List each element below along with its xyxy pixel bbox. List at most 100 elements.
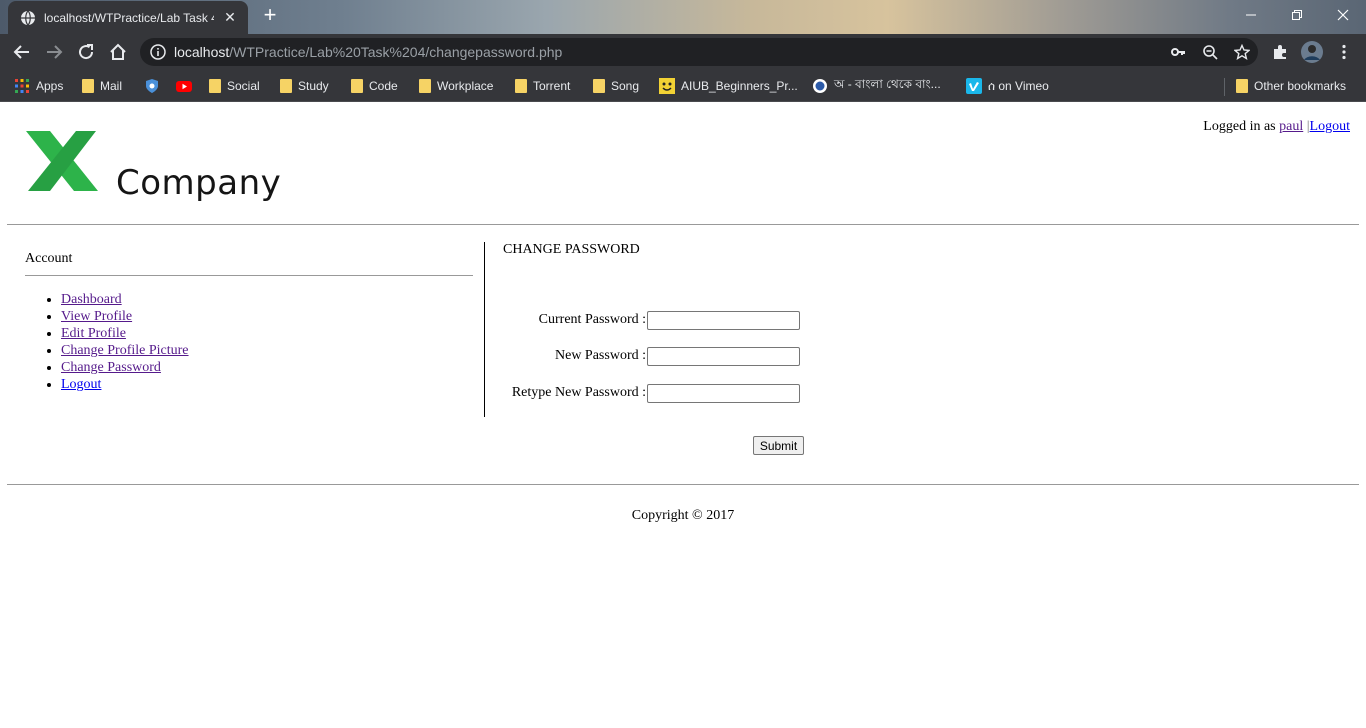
home-button[interactable] xyxy=(106,40,130,64)
username-link[interactable]: paul xyxy=(1279,119,1303,134)
view-profile-link[interactable]: View Profile xyxy=(61,309,132,324)
sidebar-title: Account xyxy=(25,251,73,266)
sidebar-item-change-picture: Change Profile Picture xyxy=(61,342,189,359)
back-button[interactable] xyxy=(10,40,34,64)
login-info: Logged in as paul |Logout xyxy=(1203,119,1350,135)
logo-text: Company xyxy=(116,163,282,203)
close-icon xyxy=(1337,9,1349,21)
bookmark-song[interactable]: Song xyxy=(593,76,639,96)
logout-link[interactable]: Logout xyxy=(1310,119,1350,134)
address-bar[interactable]: localhost/WTPractice/Lab%20Task%204/chan… xyxy=(140,38,1258,66)
bookmark-star-icon[interactable] xyxy=(1226,44,1258,60)
bookmark-label: Mail xyxy=(100,79,123,93)
bookmark-youtube[interactable] xyxy=(176,76,192,96)
minimize-icon xyxy=(1246,14,1256,16)
bookmark-other[interactable]: Other bookmarks xyxy=(1236,76,1346,96)
bookmark-label: Other bookmarks xyxy=(1254,79,1347,93)
retype-password-row: Retype New Password : xyxy=(480,382,810,404)
browser-tab[interactable]: localhost/WTPractice/Lab Task 4 ✕ xyxy=(8,1,248,34)
current-password-field[interactable] xyxy=(647,310,800,330)
copyright-text: Copyright © 2017 xyxy=(631,508,735,523)
bookmark-aiub[interactable]: AIUB_Beginners_Pr... xyxy=(659,76,798,96)
info-icon[interactable] xyxy=(150,44,166,60)
reload-icon xyxy=(79,44,94,60)
dashboard-link[interactable]: Dashboard xyxy=(61,292,122,307)
bookmark-vimeo[interactable]: ሰ on Vimeo xyxy=(966,76,1049,96)
tab-close-icon[interactable]: ✕ xyxy=(222,9,238,26)
folder-icon xyxy=(351,79,363,93)
new-password-row: New Password : xyxy=(480,345,810,367)
change-profile-picture-link[interactable]: Change Profile Picture xyxy=(61,343,189,358)
restore-icon xyxy=(1292,10,1302,20)
bookmark-separator xyxy=(1224,78,1225,96)
current-password-row: Current Password : xyxy=(480,309,810,331)
bookmark-label: Song xyxy=(611,79,640,93)
sidebar-menu: Dashboard View Profile Edit Profile Chan… xyxy=(61,291,189,393)
apps-grid-icon xyxy=(15,79,29,93)
sidebar-item-dashboard: Dashboard xyxy=(61,291,189,308)
globe-icon xyxy=(21,10,35,25)
zoom-icon[interactable] xyxy=(1194,44,1226,60)
company-logo: Company xyxy=(24,129,281,203)
bookmark-workplace[interactable]: Workplace xyxy=(419,76,493,96)
bookmark-label: Social xyxy=(227,79,260,93)
bookmark-label: AIUB_Beginners_Pr... xyxy=(681,79,798,93)
folder-icon xyxy=(515,79,527,93)
sidebar-item-logout: Logout xyxy=(61,376,189,393)
forward-arrow-icon xyxy=(47,45,63,59)
minimize-button[interactable] xyxy=(1228,0,1274,30)
folder-icon xyxy=(419,79,431,93)
folder-icon xyxy=(593,79,605,93)
restore-button[interactable] xyxy=(1274,0,1320,30)
shield-favicon-icon xyxy=(146,79,158,93)
folder-icon xyxy=(82,79,94,93)
header-divider xyxy=(7,224,1359,225)
bookmark-shield[interactable] xyxy=(144,76,160,96)
reload-button[interactable] xyxy=(74,40,98,64)
circle-favicon-icon xyxy=(813,79,827,93)
bookmarks-bar: Apps Mail Social Study Code Workplace To… xyxy=(0,70,1366,102)
footer-divider xyxy=(7,484,1359,485)
page-title: CHANGE PASSWORD xyxy=(503,242,640,257)
puzzle-icon xyxy=(1274,45,1286,59)
bookmark-study[interactable]: Study xyxy=(280,76,329,96)
sidebar-item-edit-profile: Edit Profile xyxy=(61,325,189,342)
bookmark-torrent[interactable]: Torrent xyxy=(515,76,570,96)
sidebar-item-view-profile: View Profile xyxy=(61,308,189,325)
edit-profile-link[interactable]: Edit Profile xyxy=(61,326,126,341)
youtube-icon xyxy=(176,81,192,92)
new-password-label: New Password : xyxy=(555,348,646,363)
sidebar-logout-link[interactable]: Logout xyxy=(61,377,101,392)
submit-button[interactable]: Submit xyxy=(753,436,804,455)
logged-in-label: Logged in as xyxy=(1203,119,1276,134)
new-password-field[interactable] xyxy=(647,346,800,366)
url-host: localhost xyxy=(174,44,230,60)
bookmark-label: অ - বাংলা থেকে বাং... xyxy=(834,77,941,91)
current-password-label: Current Password : xyxy=(538,312,646,327)
bookmark-social[interactable]: Social xyxy=(209,76,260,96)
x-logo-icon xyxy=(26,131,98,191)
new-tab-button[interactable]: + xyxy=(258,4,282,28)
change-password-link[interactable]: Change Password xyxy=(61,360,161,375)
avatar-icon xyxy=(1301,41,1323,63)
forward-button[interactable] xyxy=(42,40,66,64)
bookmark-apps[interactable]: Apps xyxy=(14,76,63,96)
close-window-button[interactable] xyxy=(1320,0,1366,30)
kebab-menu-icon xyxy=(1342,44,1346,60)
profile-avatar[interactable] xyxy=(1300,40,1324,64)
bookmark-mail[interactable]: Mail xyxy=(82,76,122,96)
browser-toolbar: localhost/WTPractice/Lab%20Task%204/chan… xyxy=(0,34,1366,70)
folder-icon xyxy=(1236,79,1248,93)
extensions-button[interactable] xyxy=(1268,40,1292,64)
bookmark-label: Torrent xyxy=(533,79,571,93)
menu-button[interactable] xyxy=(1332,40,1356,64)
vimeo-icon xyxy=(966,78,982,94)
bookmark-code[interactable]: Code xyxy=(351,76,398,96)
key-icon[interactable] xyxy=(1162,44,1194,60)
bookmark-label: Workplace xyxy=(437,79,494,93)
retype-password-field[interactable] xyxy=(647,383,800,403)
bookmark-bangla[interactable]: অ - বাংলা থেকে বাং... xyxy=(812,76,941,96)
sidebar-item-change-password: Change Password xyxy=(61,359,189,376)
tab-title: localhost/WTPractice/Lab Task 4 xyxy=(44,10,214,25)
url-path: /WTPractice/Lab%20Task%204/changepasswor… xyxy=(229,44,563,60)
